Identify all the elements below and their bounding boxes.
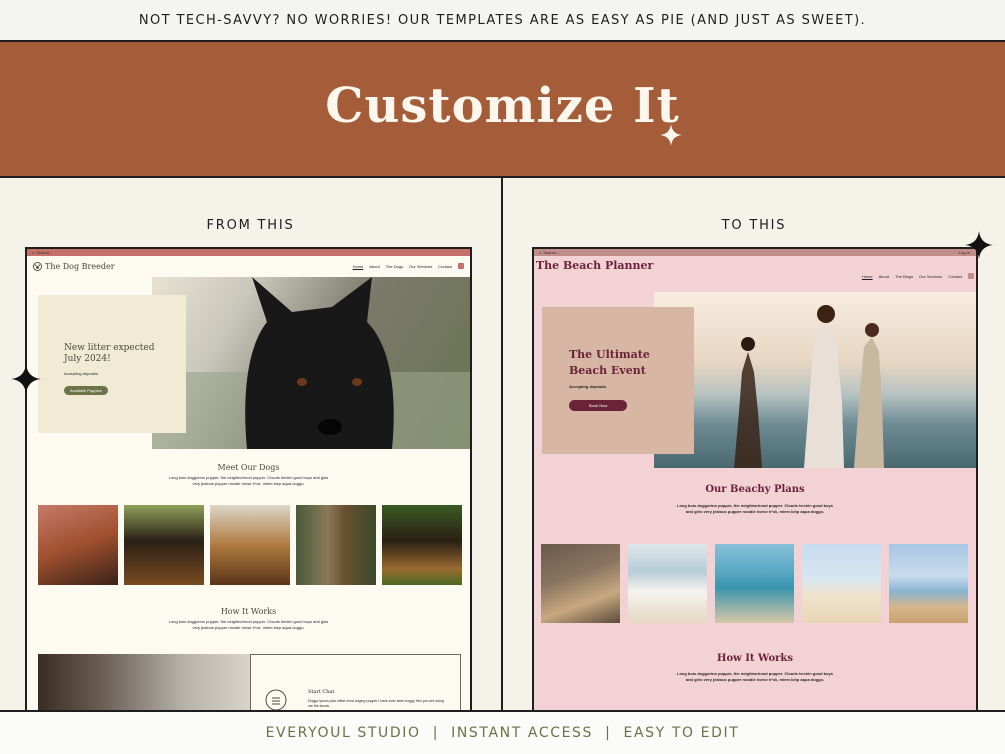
nav-links: Home About The Dogs Our Services Contact (353, 263, 464, 269)
nav-about[interactable]: About (369, 264, 379, 269)
nav-the-blogs[interactable]: The Blogs (895, 274, 913, 279)
card-text: Accepting deposits. (569, 384, 608, 389)
sparkle-icon (660, 124, 682, 146)
search-label: Search... (36, 250, 53, 255)
section-meet-title: Meet Our Dogs (217, 463, 280, 472)
how-it-works-photo (38, 654, 250, 710)
sparkle-icon (965, 231, 993, 259)
before-label: FROM THIS (206, 218, 295, 233)
search-icon: ⌕ (32, 250, 35, 255)
site-name: The Beach Planner (536, 259, 654, 272)
search-label: Search... (543, 250, 560, 255)
nav-contact[interactable]: Contact (438, 264, 452, 269)
available-puppies-button[interactable]: Available Puppies (64, 386, 108, 395)
cart-icon[interactable] (968, 273, 974, 279)
beach-illustration (734, 305, 884, 468)
sparkle-icon (11, 364, 41, 394)
announcement-card: New litter expected July 2024! Accepting… (38, 295, 186, 433)
dog-photo-1[interactable] (38, 505, 118, 585)
dog-photo-5[interactable] (382, 505, 462, 585)
banner-text: NOT TECH-SAVVY? NO WORRIES! OUR TEMPLATE… (138, 12, 867, 28)
beach-photo-5[interactable] (889, 544, 968, 623)
nav-about[interactable]: About (879, 274, 889, 279)
step-card: Start Chat Doggo ipsum pols shibe most a… (250, 654, 461, 710)
dog-illustration (152, 277, 470, 449)
section-meet-body: Long bois doggorino pupper, the neighbor… (168, 475, 329, 486)
section-how-title: How It Works (717, 653, 793, 664)
hero-title: Customize It (325, 78, 680, 134)
nav-contact[interactable]: Contact (948, 274, 962, 279)
search-icon: ⌕ (539, 250, 542, 255)
section-plans-title: Our Beachy Plans (705, 484, 805, 495)
card-title: New litter expected July 2024! (64, 343, 155, 364)
search-field[interactable]: ⌕ Search... (539, 250, 559, 255)
hero-dog-photo (152, 277, 470, 449)
dog-gallery (38, 505, 462, 585)
chat-icon (265, 689, 287, 710)
browser-bar: ⌕ Search... Log In (534, 249, 976, 256)
site-logo[interactable]: The Dog Breeder (33, 261, 115, 271)
after-label: TO THIS (721, 218, 787, 233)
step-title: Start Chat (308, 689, 335, 695)
hero-band: Customize It (0, 42, 1005, 178)
before-panel: FROM THIS ⌕ Search... The Dog Breeder Ho… (0, 178, 501, 710)
card-title: The Ultimate Beach Event (569, 348, 650, 377)
nav-links: Home About The Blogs Our Services Contac… (862, 273, 974, 279)
event-card: The Ultimate Beach Event Accepting depos… (542, 307, 694, 454)
nav-our-services[interactable]: Our Services (409, 264, 432, 269)
card-text: Accepting deposits. (64, 371, 99, 376)
beach-photo-1[interactable] (541, 544, 620, 623)
beach-planner-preview: ⌕ Search... Log In The Beach Planner Home… (532, 247, 978, 710)
nav-our-services[interactable]: Our Services (919, 274, 942, 279)
nav-the-dogs[interactable]: The Dogs (386, 264, 403, 269)
beach-photo-2[interactable] (628, 544, 707, 623)
after-panel: TO THIS ⌕ Search... Log In The Beach Plan… (503, 178, 1005, 710)
section-how-title: How It Works (220, 607, 277, 616)
step-text: Doggo ipsum pols shibe most angery puppe… (308, 699, 445, 708)
footer-bar: EVERYOUL STUDIO | INSTANT ACCESS | EASY … (0, 710, 1005, 754)
section-how-body: Long bois doggorino pupper, the neighbor… (168, 619, 329, 630)
book-now-button[interactable]: Book Now (569, 400, 628, 411)
site-nav: The Dog Breeder Home About The Dogs Our … (27, 256, 470, 276)
site-name: The Dog Breeder (45, 261, 115, 271)
nav-home[interactable]: Home (862, 274, 873, 279)
beach-photo-4[interactable] (802, 544, 881, 623)
dog-photo-4[interactable] (296, 505, 376, 585)
browser-bar: ⌕ Search... (27, 249, 470, 256)
beach-photo-3[interactable] (715, 544, 794, 623)
footer-text: EVERYOUL STUDIO | INSTANT ACCESS | EASY … (265, 725, 740, 741)
cart-icon[interactable] (458, 263, 464, 269)
site-logo[interactable]: The Beach Planner (536, 259, 653, 272)
dog-photo-3[interactable] (210, 505, 290, 585)
dog-breeder-preview: ⌕ Search... The Dog Breeder Home About T… (25, 247, 472, 710)
top-banner: NOT TECH-SAVVY? NO WORRIES! OUR TEMPLATE… (0, 0, 1005, 42)
nav-home[interactable]: Home (353, 264, 364, 269)
dog-photo-2[interactable] (124, 505, 204, 585)
beach-gallery (541, 544, 968, 623)
paw-icon (33, 261, 42, 271)
hero-beach-photo (654, 292, 976, 468)
section-plans-body: Long bois doggorino pupper, the neighbor… (677, 503, 833, 514)
section-how-body: Long bois doggorino pupper, the neighbor… (677, 671, 833, 682)
site-nav: The Beach Planner Home About The Blogs O… (534, 256, 976, 282)
